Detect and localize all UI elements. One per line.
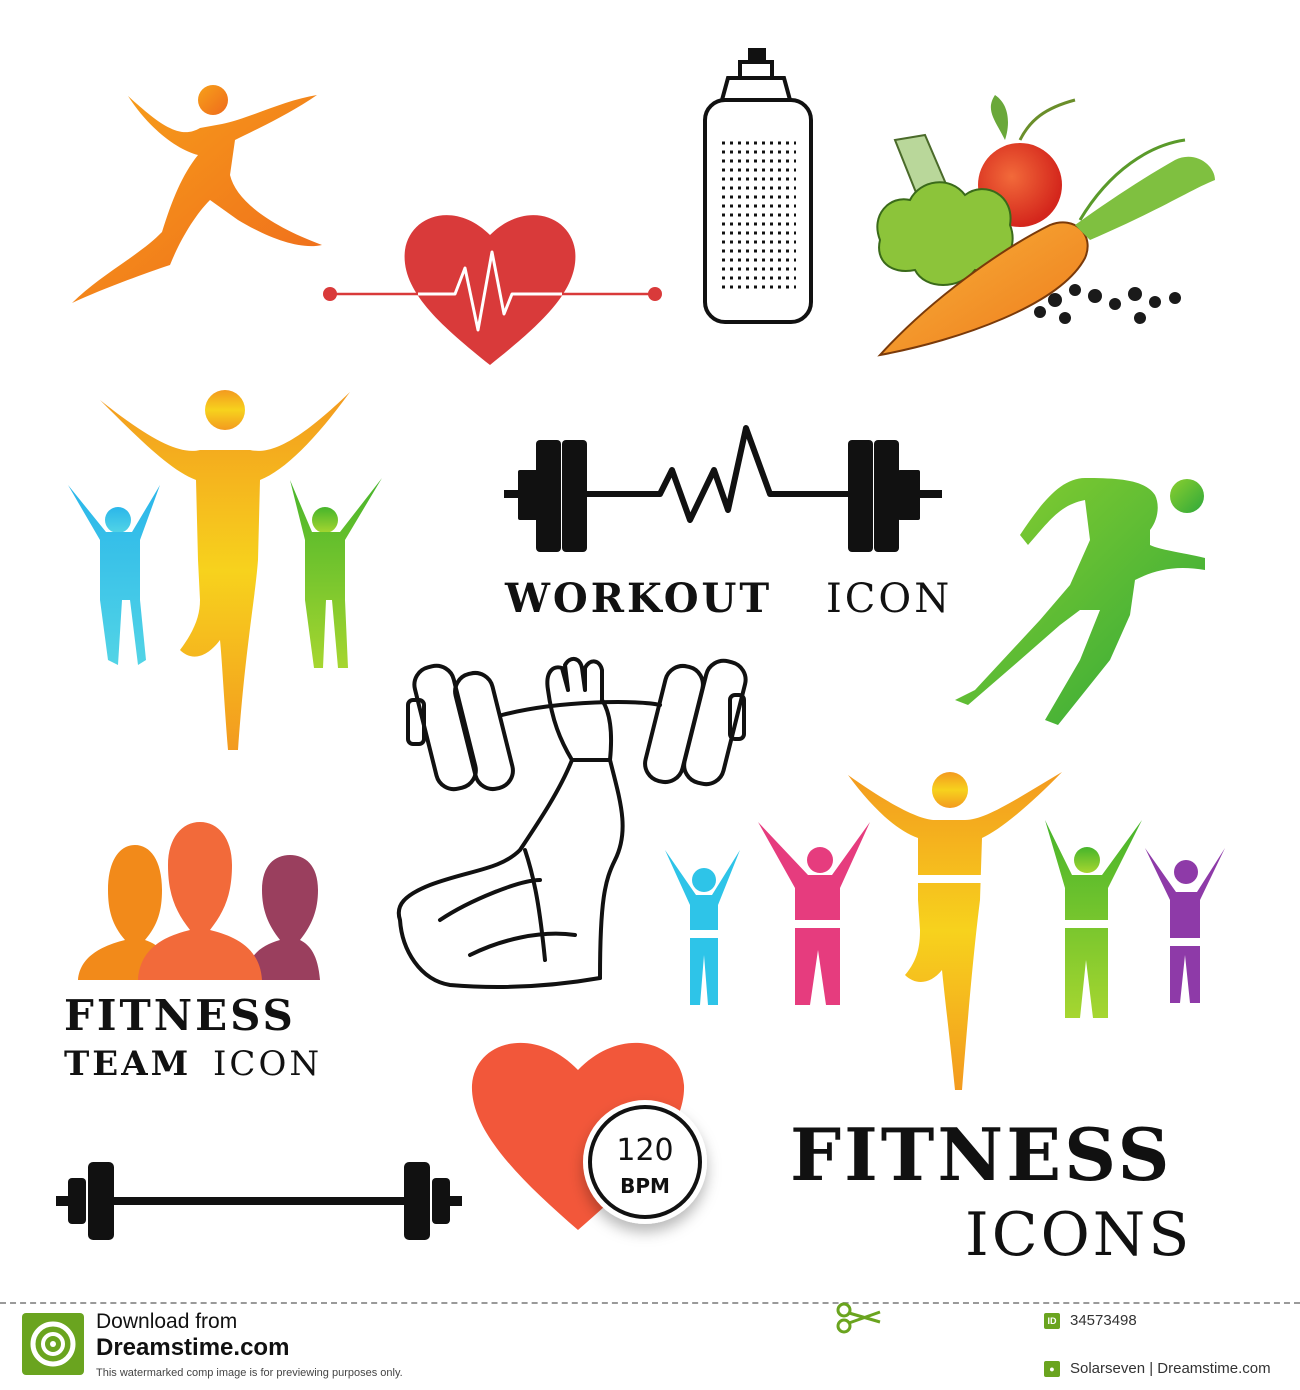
team-label-light: ICON [213, 1044, 322, 1084]
image-id-value: 34573498 [1070, 1312, 1137, 1329]
workout-label-light: ICON [826, 576, 952, 622]
author-value[interactable]: Solarseven | Dreamstime.com [1070, 1360, 1271, 1377]
id-icon: ID [1044, 1312, 1060, 1329]
download-line2[interactable]: Dreamstime.com [96, 1334, 289, 1362]
watermark-note: This watermarked comp image is for previ… [96, 1367, 403, 1379]
author-row: ● Solarseven | Dreamstime.com [1044, 1360, 1271, 1377]
heart-bpm-icon: 120 BPM [471, 1042, 707, 1230]
big-title: FITNESS [790, 1112, 1172, 1197]
workout-label-bold: WORKOUT [504, 575, 772, 622]
heartbeat-heart-icon [323, 215, 662, 365]
cut-line [0, 1302, 1300, 1304]
image-id-row: ID 34573498 [1044, 1312, 1137, 1329]
running-person-icon [955, 478, 1205, 725]
vegetables-icon [876, 95, 1215, 357]
team-label-line1: FITNESS [64, 991, 296, 1040]
dreamstime-logo-icon [22, 1313, 84, 1375]
jumping-person-icon [72, 85, 322, 303]
watermark-footer: Download from Dreamstime.com This waterm… [0, 1300, 1300, 1390]
fitness-team-heads-icon: FITNESS TEAM ICON [64, 822, 322, 1084]
author-icon: ● [1044, 1360, 1060, 1377]
workout-barbell-pulse-icon: WORKOUT ICON [504, 425, 952, 622]
team-label-bold: TEAM [64, 1044, 191, 1084]
big-subtitle: ICONS [965, 1200, 1192, 1270]
scissors-icon [836, 1302, 881, 1334]
bpm-value: 120 [616, 1133, 673, 1168]
barbell-icon [56, 1162, 462, 1240]
download-line1: Download from [96, 1310, 238, 1333]
cheering-group-icon [665, 772, 1225, 1090]
celebrating-team-icon [68, 390, 382, 750]
water-bottle-icon [703, 48, 813, 324]
bpm-unit: BPM [620, 1174, 670, 1198]
fitness-icons-artwork: WORKOUT ICON FITNESS TEAM ICON 120 BPM F… [56, 48, 1225, 1270]
